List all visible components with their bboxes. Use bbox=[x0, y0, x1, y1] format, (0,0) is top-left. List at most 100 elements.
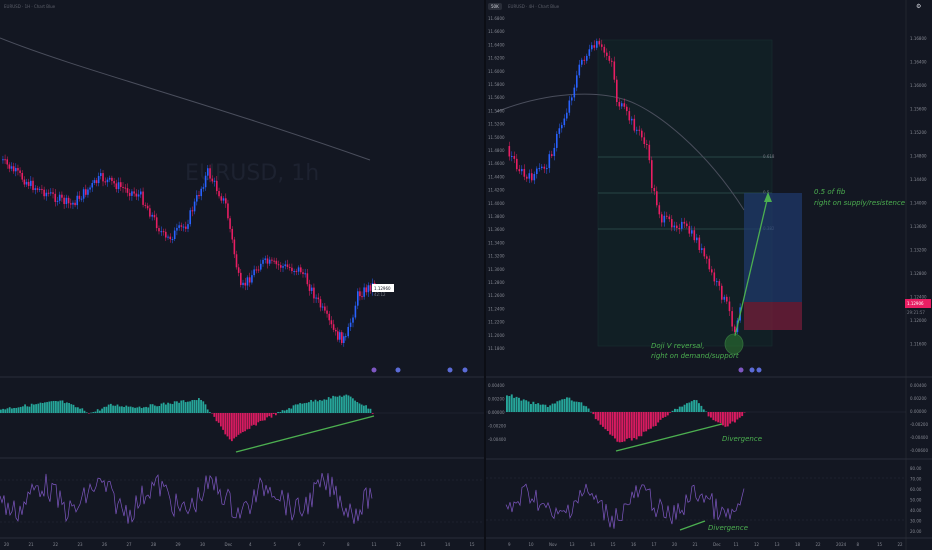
candle bbox=[216, 180, 218, 192]
macd-bar bbox=[138, 406, 141, 413]
right-chart-pane[interactable]: 50K EURUSD · 4H · Chart Blue ⚙ 0.618 0.5… bbox=[486, 0, 932, 550]
candle bbox=[536, 168, 538, 175]
x-tick-label: 16 bbox=[631, 542, 637, 547]
candle bbox=[126, 188, 129, 193]
candle bbox=[516, 158, 518, 170]
candle bbox=[182, 226, 185, 228]
macd-bar bbox=[316, 401, 319, 413]
left-chart-svg[interactable]: EURUSD, 1h 1.12960 42:12 20 21 22 23 26 27 28 2… bbox=[0, 0, 484, 550]
macd-tick-label-inner: -0.00400 bbox=[488, 437, 506, 442]
right-macd-axis: 0.00400 0.00200 0.00000 -0.00200 -0.00400 -0.… bbox=[910, 383, 928, 453]
macd-bar bbox=[614, 412, 616, 439]
candle bbox=[608, 55, 611, 61]
macd-bar bbox=[724, 412, 727, 427]
left-icon-row bbox=[371, 367, 468, 373]
macd-bar bbox=[8, 407, 11, 413]
macd-bar bbox=[594, 412, 597, 420]
macd-bar bbox=[202, 401, 205, 413]
macd-bar bbox=[151, 404, 154, 413]
macd-bar bbox=[705, 411, 708, 412]
macd-bar bbox=[200, 399, 202, 413]
candle bbox=[678, 228, 681, 230]
candle bbox=[242, 282, 244, 286]
candle bbox=[218, 191, 220, 197]
x-tick-label: Dec bbox=[713, 542, 721, 547]
macd-bar bbox=[365, 405, 367, 413]
macd-bar bbox=[158, 405, 161, 413]
candle bbox=[72, 202, 74, 205]
candle bbox=[591, 45, 593, 50]
candle bbox=[671, 219, 673, 228]
macd-bar bbox=[167, 402, 169, 413]
macd-bar bbox=[666, 412, 669, 416]
macd-bar bbox=[165, 404, 167, 413]
candle bbox=[41, 188, 43, 190]
macd-bar bbox=[369, 408, 372, 413]
candle bbox=[106, 179, 109, 183]
candle bbox=[58, 194, 61, 201]
candle bbox=[638, 129, 641, 131]
macd-bar bbox=[367, 408, 370, 413]
macd-bar bbox=[178, 402, 180, 413]
macd-bar bbox=[96, 409, 99, 413]
macd-bar bbox=[193, 399, 196, 413]
y-tick-label-inner: 11.6000 bbox=[488, 69, 505, 74]
macd-bar bbox=[213, 413, 216, 417]
macd-bar bbox=[358, 403, 361, 413]
candle bbox=[598, 41, 601, 45]
x-tick-label: 12 bbox=[754, 542, 760, 547]
candle bbox=[2, 159, 4, 161]
candle bbox=[573, 87, 576, 98]
y-tick-label-inner: 11.5600 bbox=[488, 95, 505, 100]
candle bbox=[688, 226, 691, 234]
macd-bar bbox=[233, 413, 235, 439]
y-tick-label: 1.11600 bbox=[910, 342, 927, 347]
y-tick-label: 1.12000 bbox=[910, 318, 927, 323]
candle bbox=[191, 210, 194, 212]
macd-bar bbox=[15, 407, 18, 413]
candle bbox=[128, 192, 131, 196]
candle bbox=[229, 218, 231, 229]
rsi-tick-label: 20.00 bbox=[910, 529, 922, 534]
right-chart-svg[interactable]: 0.618 0.5 0.382 0.5 of fib right on supp… bbox=[486, 0, 932, 550]
macd-bar bbox=[2, 408, 4, 413]
macd-bar bbox=[686, 403, 688, 412]
x-tick-label: 18 bbox=[795, 542, 801, 547]
candle bbox=[52, 192, 54, 194]
candle bbox=[67, 197, 70, 204]
macd-bar bbox=[231, 413, 233, 442]
candle bbox=[731, 311, 733, 327]
candle bbox=[142, 191, 144, 205]
candle bbox=[193, 201, 196, 212]
macd-bar bbox=[281, 410, 284, 413]
rsi-tick-label: 70.00 bbox=[910, 477, 922, 482]
macd-bar bbox=[674, 408, 676, 412]
candle bbox=[324, 306, 326, 311]
candle bbox=[369, 285, 372, 291]
macd-bar bbox=[743, 412, 746, 413]
candle bbox=[288, 266, 291, 268]
candle bbox=[553, 147, 556, 157]
macd-bar bbox=[741, 412, 744, 417]
macd-bar bbox=[35, 404, 37, 413]
candle bbox=[124, 187, 127, 189]
macd-bar bbox=[338, 395, 341, 413]
candle bbox=[313, 287, 315, 299]
candle bbox=[266, 258, 269, 264]
candle bbox=[703, 248, 706, 257]
macd-bar bbox=[290, 408, 293, 413]
y-tick-label: 1.15200 bbox=[910, 130, 927, 135]
candle bbox=[246, 277, 249, 286]
rsi-tick-label: 40.00 bbox=[910, 508, 922, 513]
macd-bar bbox=[628, 412, 631, 439]
candle bbox=[137, 194, 140, 197]
candle bbox=[656, 191, 658, 206]
macd-bar bbox=[693, 399, 696, 412]
macd-tick-label: -0.00600 bbox=[910, 448, 928, 453]
macd-bar bbox=[169, 403, 172, 413]
candle bbox=[317, 297, 320, 300]
left-chart-pane[interactable]: EURUSD · 1H · Chart Blue EURUSD, 1h 1.12… bbox=[0, 0, 484, 550]
macd-bar bbox=[173, 401, 176, 413]
macd-bar bbox=[321, 400, 323, 413]
candle bbox=[275, 260, 278, 265]
